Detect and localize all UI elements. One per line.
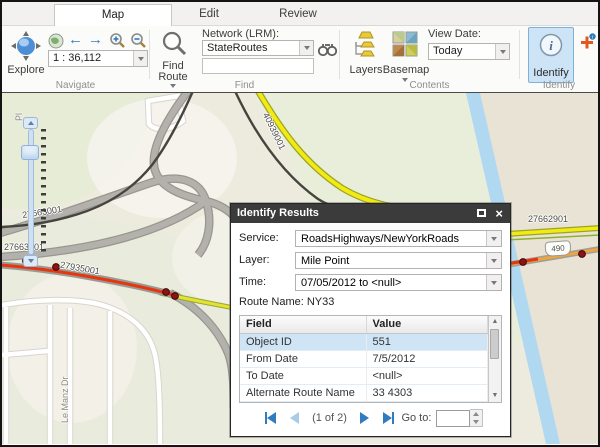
tab-edit[interactable]: Edit [179, 2, 239, 26]
table-scrollbar[interactable]: ▲ ▼ [488, 316, 501, 402]
scrollbar-thumb[interactable] [490, 329, 499, 359]
goto-spinner[interactable] [470, 409, 483, 427]
column-header-value[interactable]: Value [366, 316, 488, 333]
explore-compass-icon[interactable] [10, 30, 42, 62]
tab-map[interactable]: Map [54, 4, 172, 26]
street-name-label: Le Manz Dr [60, 376, 70, 423]
find-route-magnifier-icon[interactable] [160, 30, 188, 58]
first-page-button[interactable] [265, 412, 277, 424]
zoom-slider-thumb[interactable] [21, 145, 39, 160]
previous-extent-arrow-icon[interactable]: ← [68, 31, 83, 48]
view-date-label: View Date: [428, 28, 481, 40]
service-value: RoadsHighways/NewYorkRoads [296, 231, 501, 245]
close-icon[interactable]: × [495, 204, 503, 223]
map-view[interactable]: 27663001 27663101 27935001 27662901 4093… [2, 93, 598, 444]
table-row[interactable]: Object ID551 [240, 333, 488, 350]
basemap-icon[interactable] [392, 31, 418, 57]
app-window: Map Edit Review Explore ← → [0, 0, 600, 447]
time-combobox[interactable]: 07/05/2012 to <null> [295, 274, 502, 291]
group-separator [339, 30, 340, 79]
ribbon: Explore ← → 1 : 36,112 Navigate F [2, 26, 598, 93]
service-dropdown-arrow[interactable] [486, 231, 501, 246]
scroll-up-icon[interactable]: ▲ [489, 317, 501, 327]
basemap-button[interactable]: Basemap [382, 64, 430, 76]
route-name-text: Route Name: NY33 [239, 296, 502, 308]
layer-value: Mile Point [296, 253, 501, 267]
table-header-row: Field Value [240, 316, 488, 333]
identify-results-dialog: Identify Results × Service: RoadsHighway… [230, 203, 511, 437]
page-indicator: (1 of 2) [312, 412, 347, 424]
group-label-find: Find [150, 80, 339, 91]
layers-icon[interactable] [352, 30, 380, 60]
route-input-field[interactable] [202, 58, 314, 74]
goto-label: Go to: [401, 412, 431, 424]
identify-button[interactable]: i Identify [528, 27, 574, 83]
route-shield: 490 [545, 240, 572, 257]
network-lrm-dropdown-arrow[interactable] [299, 41, 313, 55]
last-page-button[interactable] [383, 412, 395, 424]
ribbon-tabbar: Map Edit Review [2, 2, 598, 26]
view-date-dropdown-arrow[interactable] [495, 44, 509, 59]
binoculars-search-icon[interactable] [318, 41, 337, 57]
table-row[interactable]: From Date7/5/2012 [240, 350, 488, 367]
identify-button-label: Identify [529, 67, 573, 79]
maximize-icon[interactable] [477, 209, 486, 217]
goto-page-input[interactable] [436, 410, 470, 427]
previous-page-button[interactable] [290, 412, 299, 424]
map-scale-combobox[interactable]: 1 : 36,112 [48, 50, 148, 67]
dialog-titlebar[interactable]: Identify Results × [231, 204, 510, 223]
fixed-zoom-in-icon[interactable] [109, 32, 126, 49]
group-label-navigate: Navigate [2, 80, 149, 91]
layer-dropdown-arrow[interactable] [486, 253, 501, 268]
table-row[interactable]: Alternate Route Name33 4303 [240, 384, 488, 401]
network-lrm-label: Network (LRM): [202, 28, 279, 40]
svg-text:i: i [549, 38, 553, 53]
next-page-button[interactable] [360, 412, 369, 424]
full-extent-globe-icon[interactable] [48, 33, 64, 49]
zoom-slider-down-button[interactable] [23, 255, 38, 267]
map-scale-dropdown-arrow[interactable] [133, 51, 147, 66]
next-extent-arrow-icon[interactable]: → [88, 31, 103, 48]
add-identify-tool-icon[interactable]: i [579, 33, 596, 50]
column-header-field[interactable]: Field [240, 316, 366, 333]
zoom-slider-up-button[interactable] [23, 117, 38, 129]
group-label-contents: Contents [340, 80, 519, 91]
identify-info-icon: i [539, 33, 563, 57]
pagination-bar: (1 of 2) Go to: [239, 409, 502, 427]
table-row[interactable]: To Date<null> [240, 367, 488, 384]
service-label: Service: [239, 230, 295, 247]
view-date-combobox[interactable]: Today [428, 43, 510, 60]
time-value: 07/05/2012 to <null> [296, 275, 501, 289]
attribute-table: Field Value Object ID551 From Date7/5/20… [239, 315, 502, 403]
route-id-label: 27662901 [528, 214, 568, 224]
route-id-label: 27663101 [4, 242, 44, 252]
explore-button[interactable]: Explore [2, 64, 50, 76]
zoom-slider-ticks [41, 129, 46, 253]
fixed-zoom-out-icon[interactable] [130, 32, 147, 49]
layer-combobox[interactable]: Mile Point [295, 252, 502, 269]
group-label-identify: Identify [520, 80, 598, 91]
network-lrm-combobox[interactable]: StateRoutes [202, 40, 314, 56]
network-lrm-value: StateRoutes [203, 41, 313, 55]
service-combobox[interactable]: RoadsHighways/NewYorkRoads [295, 230, 502, 247]
group-separator [519, 30, 520, 79]
layer-label: Layer: [239, 252, 295, 269]
scroll-down-icon[interactable]: ▼ [489, 391, 501, 401]
time-dropdown-arrow[interactable] [486, 275, 501, 290]
tab-review[interactable]: Review [266, 2, 330, 26]
time-label: Time: [239, 274, 295, 291]
dialog-title: Identify Results [237, 207, 319, 219]
